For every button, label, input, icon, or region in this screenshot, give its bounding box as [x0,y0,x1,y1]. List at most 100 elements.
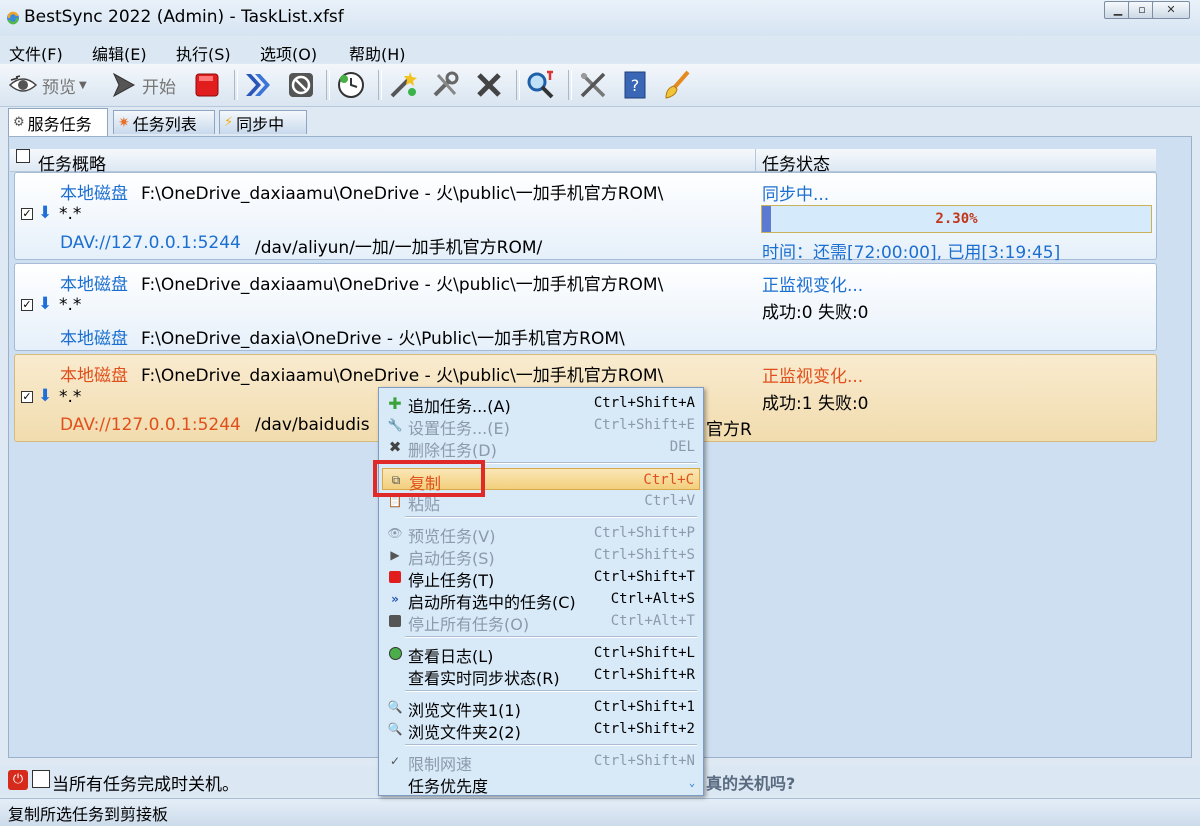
source-label: 本地磁盘 [60,366,128,386]
start-button[interactable]: 开始 [108,68,176,102]
stop-all-button[interactable] [286,68,316,102]
menu-stop-task[interactable]: 停止任务(T) Ctrl+Shift+T [382,566,700,590]
double-chevron-icon: » [391,592,399,606]
menu-file[interactable]: 文件(F) [9,41,63,65]
help-button[interactable]: ? [620,68,650,102]
menu-preview-task[interactable]: 👁 预览任务(V) Ctrl+Shift+P [382,522,700,546]
plus-icon: ✚ [388,393,402,413]
toolbar-separator [516,70,520,100]
source-path: F:\OneDrive_daxiaamu\OneDrive - 火\public… [141,275,664,295]
task-result: 成功:0 失败:0 [762,303,869,323]
edit-task-button[interactable] [430,68,460,102]
magnifier-icon [525,70,555,100]
menu-limit-speed[interactable]: ✓ 限制网速 Ctrl+Shift+N [382,750,700,774]
schedule-button[interactable] [336,68,366,102]
window-title: BestSync 2022 (Admin) - TaskList.xfsf [24,7,344,27]
task-status: 同步中... [762,185,830,205]
brush-icon [662,70,692,100]
menu-help[interactable]: 帮助(H) [349,41,406,65]
file-filter: *.* [59,387,82,407]
task-checkbox[interactable]: ✓ [21,391,33,403]
menu-settings-task[interactable]: 🔧 设置任务...(E) Ctrl+Shift+E [382,414,700,438]
menu-separator [405,744,697,746]
tab-label: 服务任务 [27,114,92,134]
menu-options[interactable]: 选项(O) [260,41,317,65]
destination-path: F:\OneDrive_daxia\OneDrive - 火\Public\一加… [141,329,625,349]
clock-icon [336,70,366,100]
file-filter: *.* [59,295,82,315]
x-icon [474,70,504,100]
menu-execute[interactable]: 执行(S) [176,41,231,65]
task-checkbox[interactable]: ✓ [21,299,33,311]
double-chevron-icon [243,70,273,100]
chevron-down-icon: ⌄ [688,778,695,789]
tab-service-tasks[interactable]: ⚙ 服务任务 [8,108,108,136]
x-icon: ✖ [388,438,402,456]
menu-bar: 文件(F) 编辑(E) 执行(S) 选项(O) 帮助(H) [0,37,1200,65]
stop-icon [192,70,222,100]
preview-button[interactable]: 预览 ▼ [8,68,87,102]
menu-edit[interactable]: 编辑(E) [92,41,147,65]
menu-separator [405,516,697,518]
menu-start-task[interactable]: ▶ 启动任务(S) Ctrl+Shift+S [382,544,700,568]
gear-icon: ⚙ [13,115,25,130]
magnifier-icon: 🔍 [387,722,403,736]
task-checkbox[interactable]: ✓ [21,208,33,220]
task-result: 成功:1 失败:0 [762,394,869,414]
delete-task-button[interactable] [474,68,504,102]
select-all-checkbox[interactable] [16,149,30,163]
lightning-icon: ⚡ [224,115,234,130]
destination-path-tail: 官方R [706,420,752,440]
menu-delete-task[interactable]: ✖ 删除任务(D) DEL [382,436,700,460]
new-task-button[interactable] [388,68,418,102]
play-icon [108,70,138,100]
menu-task-priority[interactable]: 任务优先度 ⌄ [382,772,700,796]
menu-stop-all[interactable]: 停止所有任务(O) Ctrl+Alt+T [382,610,700,634]
menu-start-all-selected[interactable]: » 启动所有选中的任务(C) Ctrl+Alt+S [382,588,700,612]
tab-task-list[interactable]: ✷ 任务列表 [113,110,215,134]
app-logo-icon [6,10,20,25]
source-path: F:\OneDrive_daxiaamu\OneDrive - 火\public… [141,366,664,386]
stop-circle-icon [286,70,316,100]
tab-label: 同步中 [236,114,285,134]
toolbar-separator [568,70,572,100]
toolbar: 预览 ▼ 开始 ? [0,64,1200,107]
toolbar-separator [326,70,330,100]
task-status: 正监视变化... [762,276,864,296]
power-icon: ⏻ [8,770,28,790]
toolbar-separator [234,70,238,100]
file-filter: *.* [59,204,82,224]
menu-browse-folder-1[interactable]: 🔍 浏览文件夹1(1) Ctrl+Shift+1 [382,696,700,720]
clean-button[interactable] [662,68,692,102]
source-label: 本地磁盘 [60,275,128,295]
destination-label: DAV://127.0.0.1:5244 [60,415,241,435]
down-arrow-icon: ⬇ [38,386,53,406]
stop-circle-icon [387,613,403,629]
menu-add-task[interactable]: ✚ 追加任务...(A) Ctrl+Shift+A [382,392,700,417]
options-button[interactable] [578,68,608,102]
stop-button[interactable] [192,68,222,102]
tab-syncing[interactable]: ⚡ 同步中 [219,110,307,134]
column-divider [755,149,756,171]
start-label: 开始 [142,77,176,98]
menu-realtime-status[interactable]: 查看实时同步状态(R) Ctrl+Shift+R [382,664,700,688]
menu-view-log[interactable]: 查看日志(L) Ctrl+Shift+L [382,642,700,666]
eye-icon: 👁 [387,526,403,540]
browse-button[interactable] [525,68,555,102]
magnifier-icon: 🔍 [387,700,403,714]
close-button[interactable]: ✕ [1152,1,1190,19]
clock-icon [387,645,403,661]
destination-label: DAV://127.0.0.1:5244 [60,233,241,253]
start-all-button[interactable] [243,68,273,102]
shutdown-checkbox[interactable] [32,770,50,788]
preview-label: 预览 [42,77,76,98]
magic-wand-icon [388,70,418,100]
tools-icon [578,70,608,100]
toolbar-separator [378,70,382,100]
menu-browse-folder-2[interactable]: 🔍 浏览文件夹2(2) Ctrl+Shift+2 [382,718,700,742]
play-icon: ▶ [390,548,400,562]
destination-label: 本地磁盘 [60,329,128,349]
menu-separator [405,636,697,638]
sync-progress-bar: 2.30% [761,205,1152,233]
wrench-icon: 🔧 [387,418,403,432]
